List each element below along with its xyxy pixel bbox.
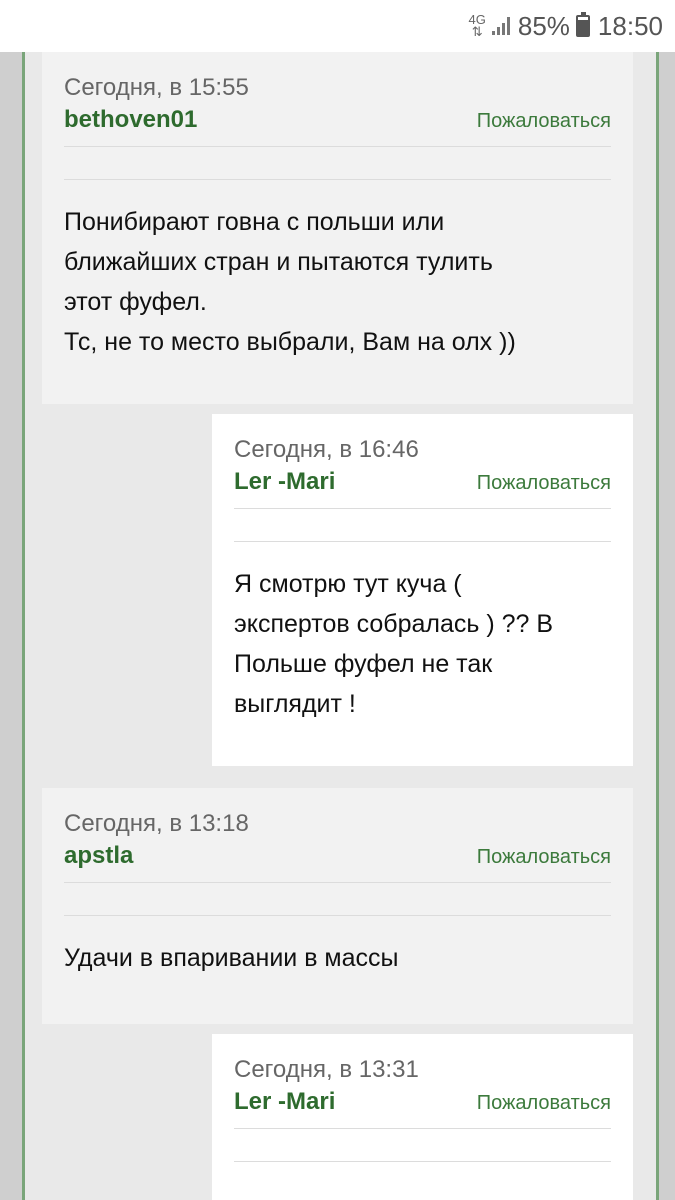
report-link[interactable]: Пожаловаться [477,472,611,495]
report-link[interactable]: Пожаловаться [477,846,611,869]
comment-username[interactable]: apstla [64,840,133,872]
divider [234,1128,611,1129]
reply-card: Сегодня, в 13:31 Ler -Mari Пожаловаться [212,1034,633,1200]
comment-date: Сегодня, в 13:31 [234,1056,419,1083]
comment-text: Удачи в впаривании в массы [64,944,399,972]
network-type: 4G [468,12,486,27]
comment-text: Понибирают говна с польши или ближайших … [64,208,516,356]
divider [234,508,611,509]
battery-percent: 85% [517,10,570,41]
comment-card: Сегодня, в 13:18 apstla Пожаловаться Уда… [42,788,633,1024]
divider [234,541,611,542]
divider [64,882,611,883]
divider [64,915,611,916]
divider [64,146,611,147]
comment-date: Сегодня, в 13:18 [64,810,249,837]
status-bar: 4G ⇅ 85% 18:50 [0,0,675,52]
comment-username[interactable]: Ler -Mari [234,466,335,498]
comment-username[interactable]: Ler -Mari [234,1086,335,1118]
network-4g-icon: 4G ⇅ [468,12,486,39]
comment-date: Сегодня, в 15:55 [64,74,249,101]
battery-icon [575,12,590,37]
signal-icon [491,17,510,35]
comment-username[interactable]: bethoven01 [64,104,197,136]
comment-card: Сегодня, в 15:55 bethoven01 Пожаловаться… [42,52,633,404]
clock: 18:50 [597,10,663,41]
comment-date: Сегодня, в 16:46 [234,436,419,463]
comment-text: Я смотрю тут куча ( экспертов собралась … [234,570,554,718]
divider [234,1161,611,1162]
report-link[interactable]: Пожаловаться [477,1092,611,1115]
report-link[interactable]: Пожаловаться [477,110,611,133]
divider [64,179,611,180]
reply-card: Сегодня, в 16:46 Ler -Mari Пожаловаться … [212,414,633,766]
